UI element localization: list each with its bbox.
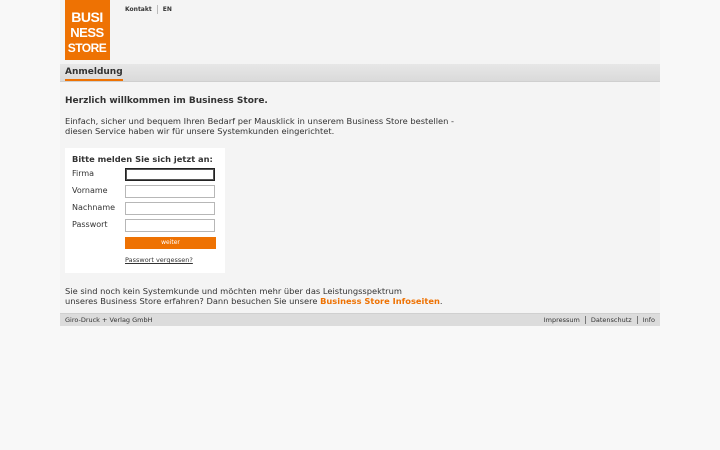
footer-link-impressum[interactable]: Impressum	[544, 316, 580, 324]
firma-input[interactable]	[125, 168, 215, 181]
passwort-row: Passwort	[72, 219, 220, 232]
firma-label: Firma	[72, 169, 95, 178]
nachname-label: Nachname	[72, 203, 116, 212]
vorname-input[interactable]	[125, 185, 215, 198]
footer-links: Impressum Datenschutz Info	[544, 316, 655, 324]
info-line-2-suffix: .	[439, 296, 443, 306]
footer-link-datenschutz[interactable]: Datenschutz	[591, 316, 632, 324]
info-line-2-prefix: unseres Business Store erfahren? Dann be…	[65, 296, 321, 306]
top-navigation: Kontakt EN	[125, 5, 172, 14]
info-text: Sie sind noch kein Systemkunde und möcht…	[65, 286, 515, 306]
footer-divider	[584, 316, 586, 324]
forgot-password-link[interactable]: Passwort vergessen?	[125, 256, 193, 264]
logo-line2: NESS	[70, 25, 104, 40]
submit-button[interactable]: weiter	[125, 237, 216, 249]
welcome-heading: Herzlich willkommen im Business Store.	[65, 96, 268, 106]
nachname-row: Nachname	[72, 202, 220, 215]
passwort-label: Passwort	[72, 220, 108, 229]
nav-divider	[156, 5, 158, 14]
intro-line-1: Einfach, sicher und bequem Ihren Bedarf …	[65, 116, 455, 126]
logo-line3: STORE	[68, 41, 107, 55]
infoseiten-link[interactable]: Business Store Infoseiten	[320, 296, 440, 306]
intro-text: Einfach, sicher und bequem Ihren Bedarf …	[65, 116, 485, 136]
passwort-input[interactable]	[125, 219, 215, 232]
page-container: BUSI NESS STORE Kontakt EN Anmeldung Her…	[60, 0, 660, 326]
login-form: Bitte melden Sie sich jetzt an: Firma Vo…	[65, 148, 225, 273]
footer-divider	[636, 316, 638, 324]
vorname-row: Vorname	[72, 185, 220, 198]
tab-anmeldung[interactable]: Anmeldung	[65, 67, 123, 81]
logo-graphic: BUSI NESS STORE	[65, 0, 110, 60]
footer-company: Giro-Druck + Verlag GmbH	[65, 316, 153, 324]
nav-link-language[interactable]: EN	[163, 6, 172, 13]
nachname-input[interactable]	[125, 202, 215, 215]
footer-link-info[interactable]: Info	[643, 316, 655, 324]
main-content: Herzlich willkommen im Business Store. E…	[65, 96, 485, 136]
firma-row: Firma	[72, 168, 220, 181]
vorname-label: Vorname	[72, 186, 108, 195]
login-heading: Bitte melden Sie sich jetzt an:	[72, 154, 213, 164]
intro-line-2: diesen Service haben wir für unsere Syst…	[65, 126, 335, 136]
business-store-logo[interactable]: BUSI NESS STORE	[65, 0, 110, 60]
info-line-1: Sie sind noch kein Systemkunde und möcht…	[65, 286, 402, 296]
logo-line1: BUSI	[71, 9, 102, 25]
footer: Giro-Druck + Verlag GmbH Impressum Daten…	[60, 313, 660, 326]
nav-link-kontakt[interactable]: Kontakt	[125, 6, 152, 13]
tab-bar: Anmeldung	[60, 64, 660, 82]
